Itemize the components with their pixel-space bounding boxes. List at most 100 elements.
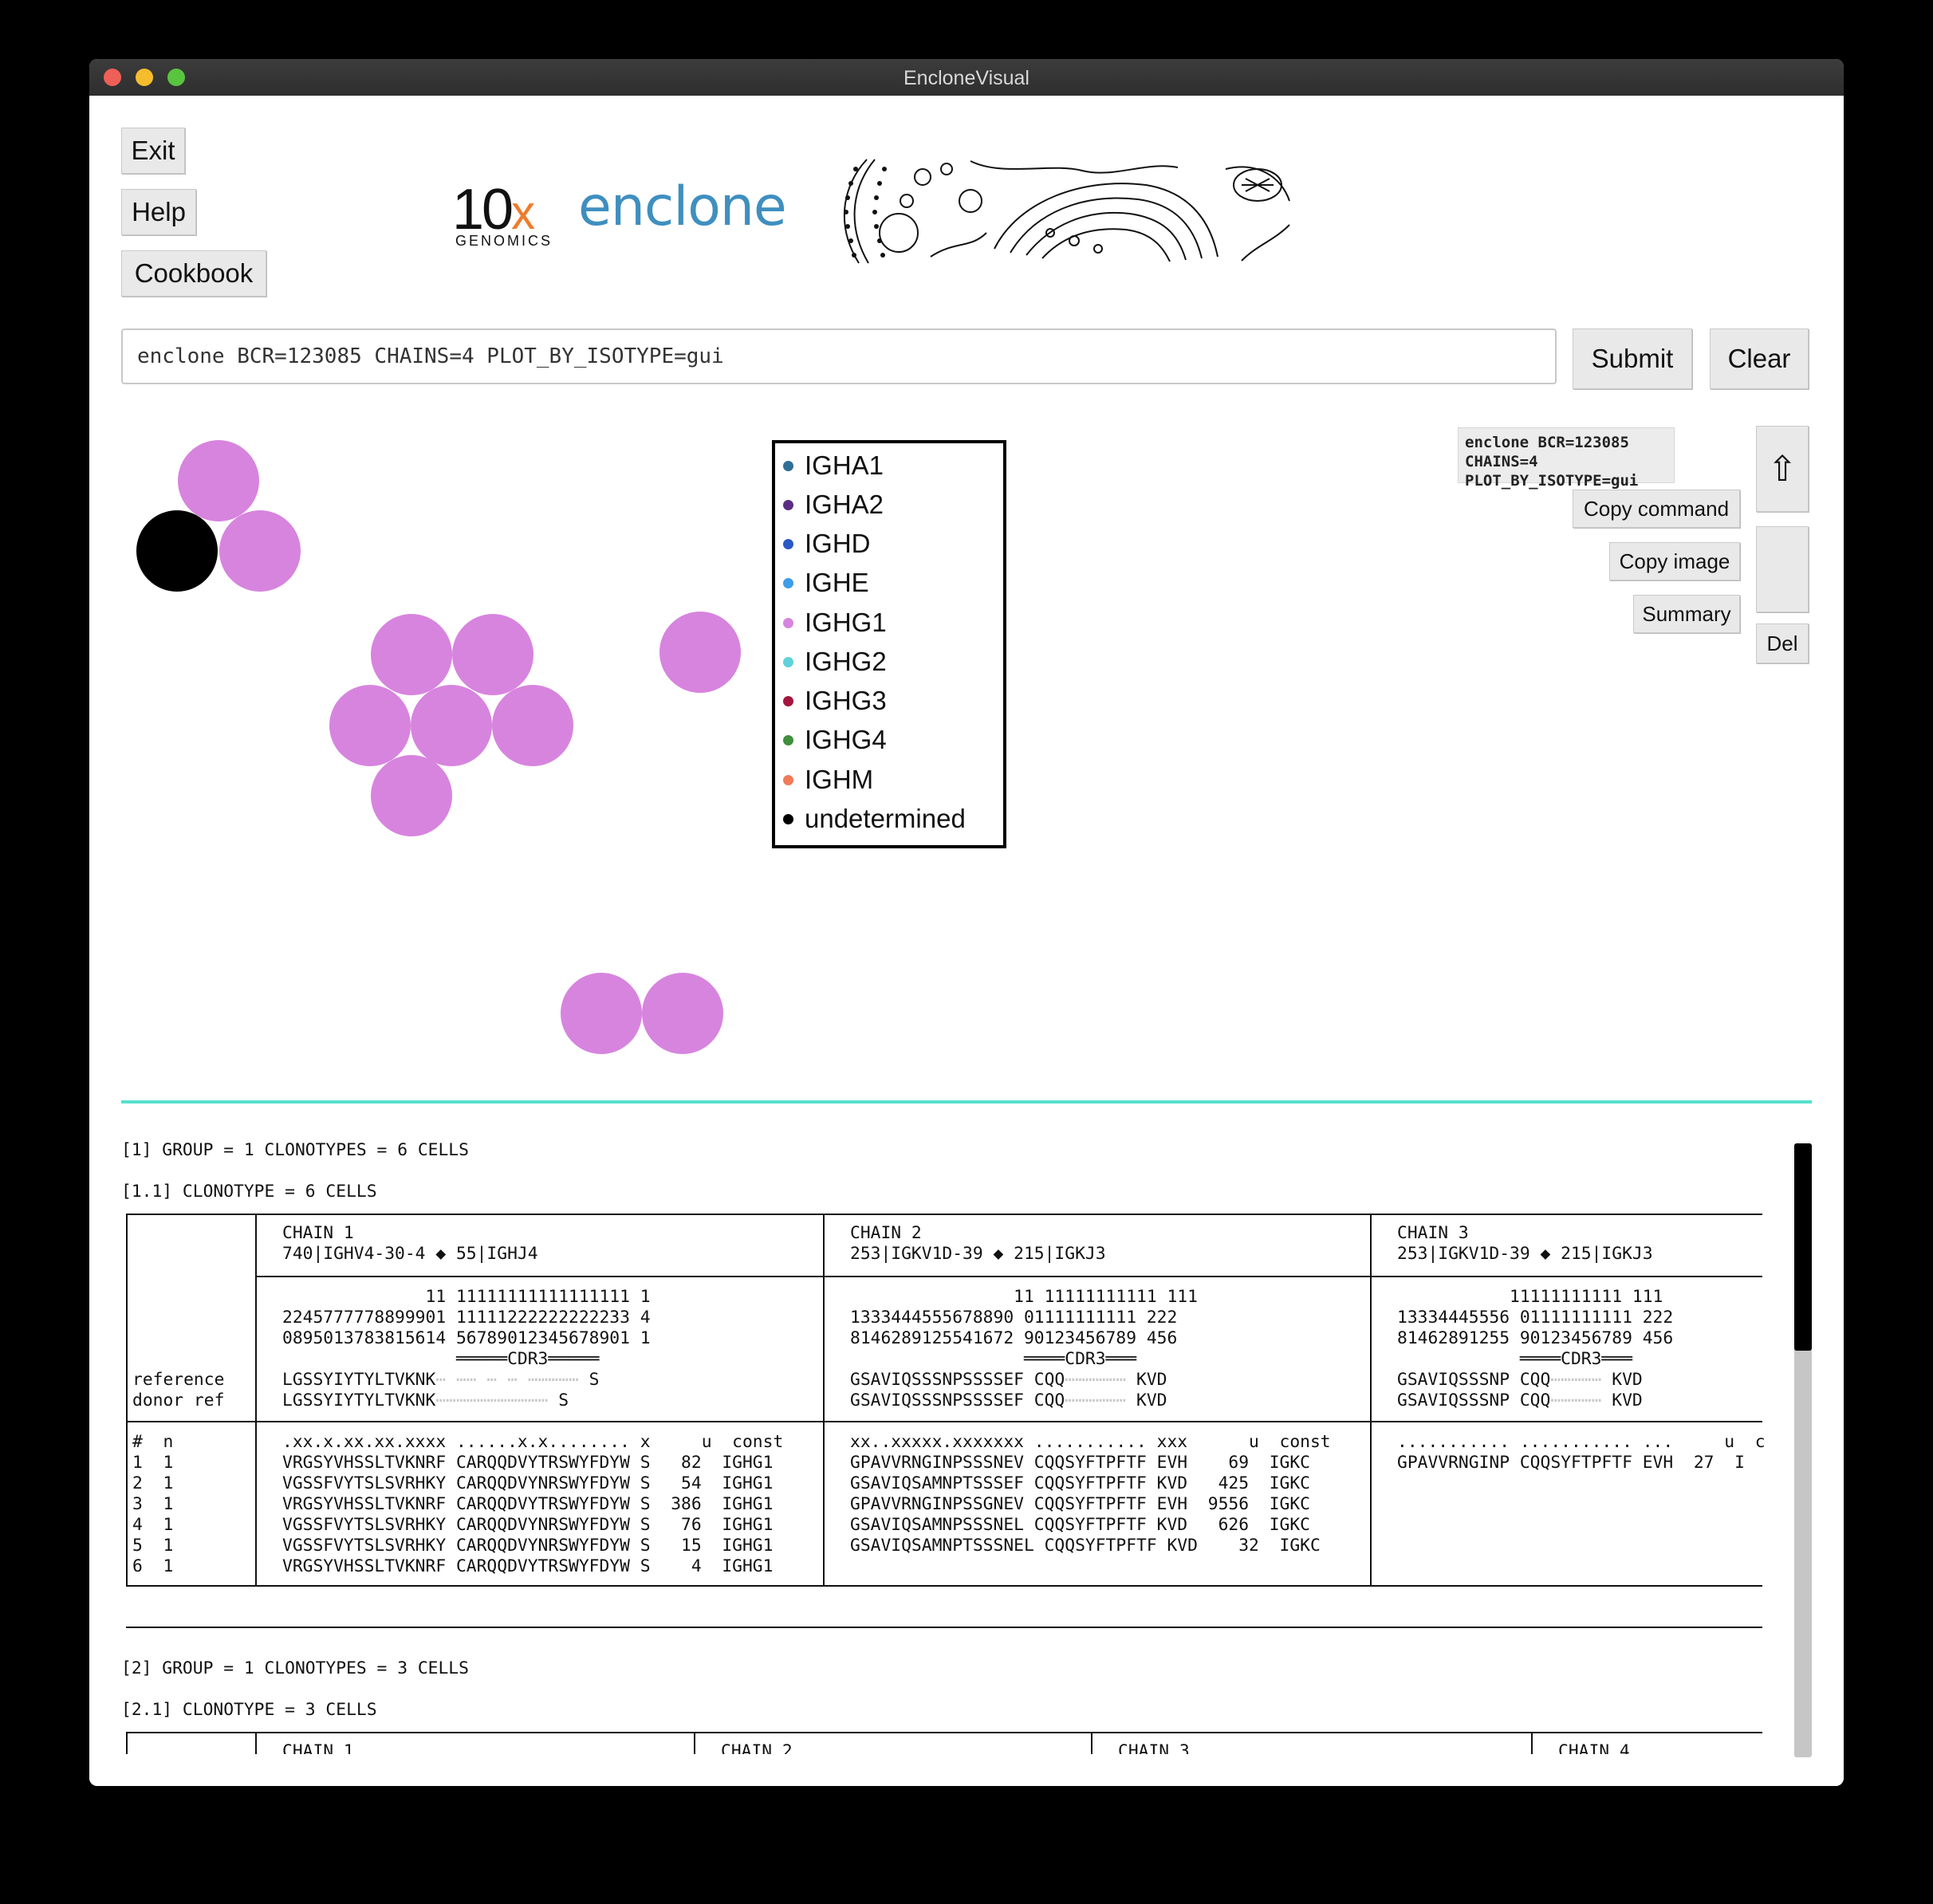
table-row-index: 5 1 bbox=[132, 1536, 174, 1556]
donor-ref-chain2: GSAVIQSSSNPSSSSEF CQQ⋯⋯⋯⋯⋯⋯ KVD bbox=[850, 1391, 1167, 1411]
copy-command-button[interactable]: Copy command bbox=[1573, 490, 1740, 528]
cell-dot-ighg1 bbox=[329, 685, 411, 766]
table-row-chain3: GPAVVRNGINP CQQSYFTPFTF EVH 27 I bbox=[1397, 1453, 1745, 1473]
history-down-button[interactable] bbox=[1756, 526, 1809, 612]
chain1-genes: 740|IGHV4-30-4 ◆ 55|IGHJ4 bbox=[282, 1244, 538, 1264]
submit-button[interactable]: Submit bbox=[1573, 328, 1692, 389]
chain3-genes: 253|IGKV1D-39 ◆ 215|IGKJ3 bbox=[1397, 1244, 1653, 1264]
clonotype-header: [1.1] CLONOTYPE = 6 CELLS bbox=[121, 1182, 377, 1202]
results-bottom-edge bbox=[89, 1754, 1844, 1786]
cell-dot-ighg1 bbox=[452, 614, 533, 695]
command-history-entry[interactable]: enclone BCR=123085 CHAINS=4 PLOT_BY_ISOT… bbox=[1458, 427, 1675, 490]
results-scrollbar-thumb[interactable] bbox=[1794, 1143, 1812, 1351]
table-row-chain1: VGSSFVYTSLSVRHKY CARQQDVYNRSWYFDYW S 15 … bbox=[282, 1536, 774, 1556]
donor-end: S bbox=[558, 1391, 569, 1410]
table-row-chain1: VRGSYVHSSLTVKNRF CARQQDVYTRSWYFDYW S 386… bbox=[282, 1494, 774, 1514]
reference-sequence: GSAVIQSSSNP CQQ bbox=[1397, 1370, 1551, 1390]
reference-gap: ⋯⋯⋯⋯⋯⋯ bbox=[1065, 1370, 1137, 1390]
history-up-button[interactable]: ⇧ bbox=[1756, 426, 1809, 512]
command-history-line: PLOT_BY_ISOTYPE=gui bbox=[1465, 472, 1639, 490]
isotype-legend: IGHA1 IGHA2 IGHD IGHE IGHG1 IGHG2 IGHG3 … bbox=[772, 440, 1006, 848]
table-column-divider bbox=[255, 1214, 257, 1587]
reference-sequence: GSAVIQSSSNPSSSSEF CQQ bbox=[850, 1370, 1065, 1390]
legend-dot bbox=[783, 617, 793, 628]
chain1-cdr3-marker: ═════CDR3═════ bbox=[282, 1349, 600, 1369]
donor-ref-chain3: GSAVIQSSSNP CQQ⋯⋯⋯⋯⋯ KVD bbox=[1397, 1391, 1643, 1411]
reference-chain3: GSAVIQSSSNP CQQ⋯⋯⋯⋯⋯ KVD bbox=[1397, 1370, 1643, 1391]
cell-dot-ighg1 bbox=[371, 614, 452, 695]
help-button[interactable]: Help bbox=[121, 189, 196, 235]
column-header-chain1: .xx.x.xx.xx.xxxx ......x.x........ x u c… bbox=[282, 1432, 784, 1452]
legend-label: IGHG4 bbox=[805, 725, 887, 754]
donor-sequence: GSAVIQSSSNPSSSSEF CQQ bbox=[850, 1391, 1065, 1410]
command-input[interactable] bbox=[121, 328, 1557, 384]
chain3-positions-2: 13334445556 01111111111 222 bbox=[1397, 1308, 1674, 1328]
legend-dot bbox=[783, 774, 793, 785]
table-column-divider bbox=[823, 1214, 825, 1587]
table-row-index: 2 1 bbox=[132, 1473, 174, 1493]
chain3-positions-3: 81462891255 90123456789 456 bbox=[1397, 1328, 1674, 1348]
legend-label: IGHG1 bbox=[805, 608, 887, 637]
table-row-index: 3 1 bbox=[132, 1494, 174, 1514]
cookbook-button[interactable]: Cookbook bbox=[121, 250, 266, 297]
donor-end: KVD bbox=[1612, 1391, 1643, 1410]
reference-chain2: GSAVIQSSSNPSSSSEF CQQ⋯⋯⋯⋯⋯⋯ KVD bbox=[850, 1370, 1167, 1391]
table-rule bbox=[255, 1276, 1762, 1277]
group-separator bbox=[126, 1627, 1762, 1628]
table-row-index: 4 1 bbox=[132, 1515, 174, 1535]
legend-label: IGHD bbox=[805, 529, 871, 558]
table-row-index: 1 1 bbox=[132, 1453, 174, 1473]
copy-image-button[interactable]: Copy image bbox=[1609, 542, 1740, 580]
reference-sequence: LGSSYIYTYLTVKNK bbox=[282, 1370, 436, 1390]
donor-gap: ⋯⋯⋯⋯⋯⋯ bbox=[1065, 1391, 1137, 1410]
chain2-genes: 253|IGKV1D-39 ◆ 215|IGKJ3 bbox=[850, 1244, 1106, 1264]
legend-label: undetermined bbox=[805, 804, 966, 833]
reference-gap: ⋯ ⋯⋯ ⋯ ⋯ ⋯⋯⋯⋯⋯ bbox=[435, 1370, 589, 1390]
cell-dot-ighg1 bbox=[178, 440, 259, 521]
donor-gap: ⋯⋯⋯⋯⋯ bbox=[1550, 1391, 1612, 1410]
delete-button[interactable]: Del bbox=[1756, 624, 1809, 663]
table-row-chain1: VRGSYVHSSLTVKNRF CARQQDVYTRSWYFDYW S 4 I… bbox=[282, 1556, 774, 1576]
reference-label: reference bbox=[132, 1370, 225, 1390]
legend-dot bbox=[783, 538, 793, 549]
chain1-positions-1: 11 11111111111111111 1 bbox=[282, 1287, 651, 1307]
chain2-title: CHAIN 2 bbox=[850, 1223, 922, 1243]
reference-chain1: LGSSYIYTYLTVKNK⋯ ⋯⋯ ⋯ ⋯ ⋯⋯⋯⋯⋯ S bbox=[282, 1370, 599, 1391]
chain3-cdr3-marker: ════CDR3═══ bbox=[1397, 1349, 1632, 1369]
legend-label: IGHA2 bbox=[805, 490, 884, 519]
table-row-chain2: GSAVIQSAMNPTSSSNEL CQQSYFTPFTF KVD 32 IG… bbox=[850, 1536, 1321, 1556]
summary-button[interactable]: Summary bbox=[1633, 595, 1740, 633]
legend-item-ighg2: IGHG2 bbox=[783, 644, 887, 679]
legend-item-ighm: IGHM bbox=[783, 762, 873, 797]
column-header-index: # n bbox=[132, 1432, 174, 1452]
table-row-chain2: GSAVIQSAMNPTSSSEF CQQSYFTPFTF KVD 425 IG… bbox=[850, 1473, 1310, 1493]
enclone-logo: enclone bbox=[578, 175, 787, 238]
tenx-genomics-logo: 10x GENOMICS bbox=[452, 177, 550, 249]
legend-label: IGHG2 bbox=[805, 647, 887, 676]
clear-button[interactable]: Clear bbox=[1710, 328, 1809, 389]
legend-dot bbox=[783, 460, 793, 471]
app-window: EncloneVisual Exit Help Cookbook 10x GEN… bbox=[89, 59, 1844, 1786]
group-header: [1] GROUP = 1 CLONOTYPES = 6 CELLS bbox=[121, 1140, 469, 1160]
window-title: EncloneVisual bbox=[904, 67, 1029, 89]
legend-dot bbox=[783, 656, 793, 667]
tenx-logo-x: x bbox=[511, 186, 536, 239]
table-border-left bbox=[126, 1214, 128, 1587]
cell-dot-ighg1 bbox=[659, 612, 741, 693]
legend-label: IGHG3 bbox=[805, 686, 887, 715]
chain1-positions-2: 2245777778899901 11111222222222233 4 bbox=[282, 1308, 651, 1328]
section-divider bbox=[121, 1100, 1812, 1103]
donor-sequence: LGSSYIYTYLTVKNK bbox=[282, 1391, 436, 1410]
column-header-chain2: xx..xxxxx.xxxxxxx ........... xxx u cons… bbox=[850, 1432, 1331, 1452]
chain2-positions-3: 8146289125541672 90123456789 456 bbox=[850, 1328, 1178, 1348]
legend-item-igha1: IGHA1 bbox=[783, 448, 884, 483]
reference-end: KVD bbox=[1612, 1370, 1643, 1390]
table-row-index: 6 1 bbox=[132, 1556, 174, 1576]
donor-ref-label: donor ref bbox=[132, 1391, 225, 1410]
exit-button[interactable]: Exit bbox=[121, 128, 185, 174]
legend-label: IGHE bbox=[805, 568, 869, 597]
chain2-positions-1: 11 11111111111 111 bbox=[850, 1287, 1198, 1307]
chain1-title: CHAIN 1 bbox=[282, 1223, 354, 1243]
tenx-logo-number: 10 bbox=[452, 178, 514, 242]
legend-dot bbox=[783, 813, 793, 824]
